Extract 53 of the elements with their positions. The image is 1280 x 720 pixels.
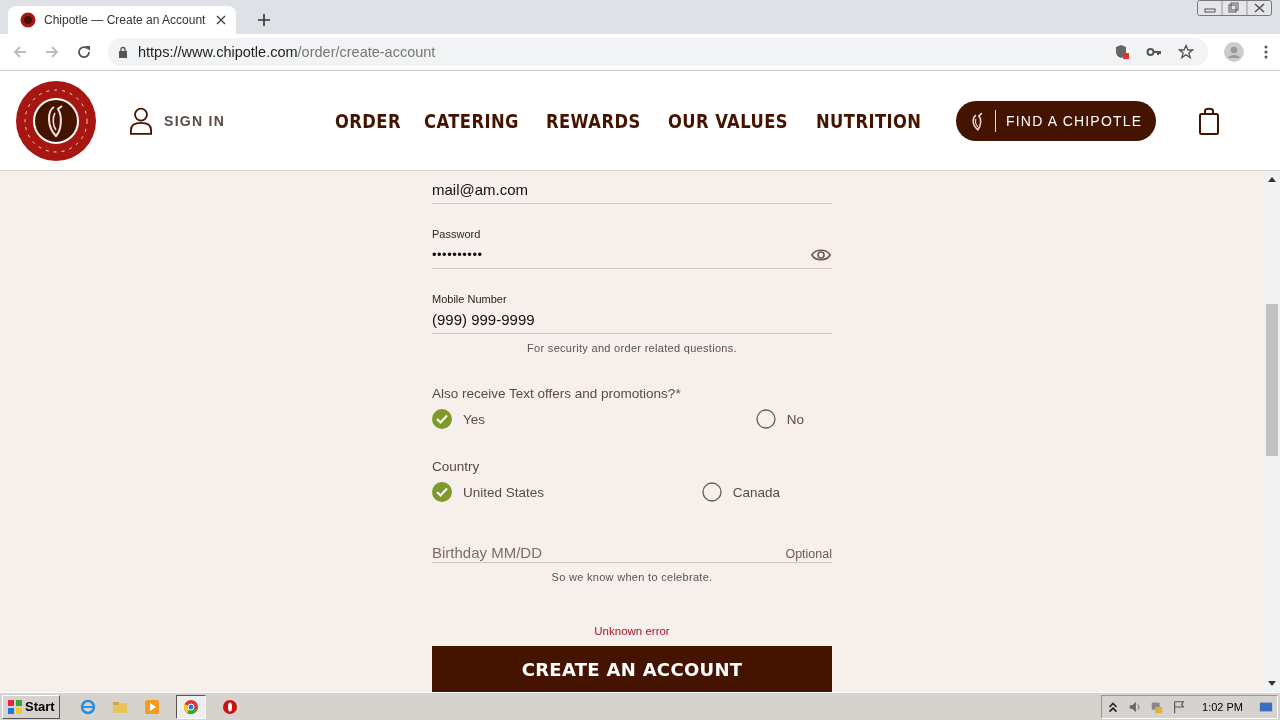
- profile-avatar-icon[interactable]: [1224, 42, 1244, 62]
- shopping-bag-icon[interactable]: [1199, 106, 1220, 135]
- star-icon[interactable]: [1178, 44, 1194, 60]
- nav-link[interactable]: OUR VALUES: [668, 109, 789, 132]
- flag-icon[interactable]: [1172, 699, 1187, 714]
- scrollbar[interactable]: [1264, 171, 1280, 692]
- reload-icon[interactable]: [76, 44, 92, 60]
- radio-option[interactable]: No: [755, 409, 804, 429]
- lock-icon: [118, 46, 128, 58]
- email-field[interactable]: mail@am.com: [432, 179, 832, 204]
- clock: 1:02 PM: [1202, 700, 1243, 713]
- radio-icon[interactable]: [701, 482, 722, 502]
- error-message: Unknown error: [593, 625, 671, 637]
- menu-icon[interactable]: [1264, 45, 1268, 59]
- window-controls-drawing[interactable]: [1197, 0, 1272, 16]
- windows-logo-icon: [7, 698, 23, 715]
- new-tab-icon[interactable]: [258, 14, 270, 26]
- find-a-chipotle-button[interactable]: FIND A CHIPOTLE: [956, 100, 1157, 141]
- close-icon[interactable]: [216, 15, 226, 25]
- radio-checked-icon[interactable]: [432, 409, 452, 429]
- chrome-taskbar-button[interactable]: [175, 694, 206, 719]
- nav-link[interactable]: REWARDS: [546, 109, 641, 132]
- password-field[interactable]: Password ••••••••••: [432, 228, 832, 269]
- nav-link[interactable]: NUTRITION: [815, 109, 922, 132]
- chrome-icon: [182, 698, 199, 715]
- mobile-number-field[interactable]: Mobile Number (999) 999-9999: [432, 293, 832, 334]
- field-hint: So we know when to celebrate.: [550, 571, 714, 583]
- eye-icon[interactable]: [811, 247, 831, 263]
- shield-icon[interactable]: [1114, 44, 1130, 60]
- create-account-button[interactable]: CREATE AN ACCOUNT: [432, 646, 832, 692]
- user-icon: [130, 106, 152, 135]
- nav-link[interactable]: CATERING: [423, 109, 519, 132]
- opera-icon[interactable]: [221, 698, 238, 715]
- sign-in-link[interactable]: SIGN IN: [130, 106, 226, 135]
- scrollbar-thumb[interactable]: [1266, 304, 1278, 456]
- radio-group-label: Country: [432, 459, 481, 474]
- start-button[interactable]: Start: [2, 694, 60, 719]
- birthday-field[interactable]: Birthday MM/DD: [432, 544, 652, 561]
- field-hint: For security and order related questions.: [526, 342, 738, 354]
- radio-icon[interactable]: [755, 409, 776, 429]
- chipotle-logo-icon[interactable]: [16, 80, 96, 161]
- optional-label: Optional: [785, 547, 832, 561]
- address-bar[interactable]: https://www.chipotle.com/order/create-account: [108, 38, 1208, 66]
- scroll-up-icon[interactable]: [1268, 177, 1276, 182]
- radio-checked-icon[interactable]: [432, 482, 452, 502]
- tab-title: Chipotle — Create an Account: [44, 13, 207, 27]
- nav-link[interactable]: ORDER: [335, 109, 402, 132]
- browser-tab[interactable]: Chipotle — Create an Account: [8, 6, 236, 34]
- radio-option[interactable]: United States: [432, 482, 545, 502]
- radio-option[interactable]: Yes: [432, 409, 486, 429]
- radio-group-label: Also receive Text offers and promotions?*: [432, 386, 682, 401]
- scroll-down-icon[interactable]: [1268, 681, 1276, 686]
- radio-option[interactable]: Canada: [701, 482, 780, 502]
